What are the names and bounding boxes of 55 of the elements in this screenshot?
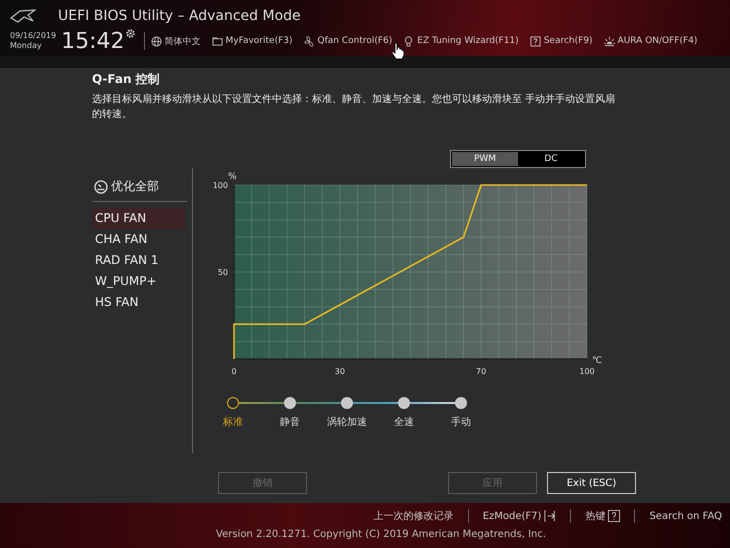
profile-knob[interactable] bbox=[455, 397, 467, 409]
profile-label[interactable]: 全速 bbox=[394, 415, 414, 429]
folder-icon bbox=[212, 36, 223, 46]
y-tick-label: 50 bbox=[218, 268, 228, 277]
profile-label[interactable]: 标准 bbox=[223, 415, 243, 429]
profile-knob[interactable] bbox=[341, 397, 353, 409]
x-tick-label: 0 bbox=[231, 367, 237, 376]
settings-icon[interactable] bbox=[124, 28, 136, 39]
toolbar-button[interactable]: EZ Tuning Wizard(F11) bbox=[403, 36, 519, 46]
x-axis-label: ℃ bbox=[592, 356, 602, 366]
weekday-text: Monday bbox=[10, 41, 43, 51]
toolbar-button[interactable]: AURA ON/OFF(F4) bbox=[604, 36, 698, 46]
window-title: UEFI BIOS Utility – Advanced Mode bbox=[58, 8, 301, 24]
aura-light-icon bbox=[604, 36, 615, 46]
help-icon bbox=[608, 510, 620, 522]
lightbulb-icon bbox=[403, 36, 414, 46]
y-tick-label: 100 bbox=[212, 181, 228, 190]
footer-link[interactable]: Search on FAQ bbox=[649, 510, 722, 522]
footer-link[interactable]: EzMode(F7) bbox=[482, 510, 542, 522]
globe-icon bbox=[150, 36, 162, 46]
footer-link[interactable]: 上一次的修改记录 bbox=[374, 509, 454, 523]
profile-label[interactable]: 手动 bbox=[451, 415, 471, 429]
dialog-title: Q-Fan 控制 bbox=[92, 71, 161, 88]
toolbar-button[interactable]: 简体中文 bbox=[150, 34, 201, 48]
x-tick-label: 30 bbox=[334, 367, 345, 376]
fan-icon bbox=[304, 36, 314, 46]
profile-knob[interactable] bbox=[284, 397, 296, 409]
toolbar-button[interactable]: MyFavorite(F3) bbox=[212, 36, 292, 46]
optimize-all-button[interactable]: 优化全部 bbox=[111, 178, 159, 195]
x-tick-label: 100 bbox=[579, 367, 595, 376]
clock-time: 15:42 bbox=[61, 28, 125, 54]
dialog-button[interactable]: Exit (ESC) bbox=[547, 472, 636, 494]
profile-knob[interactable] bbox=[398, 397, 410, 409]
hand-cursor-icon bbox=[391, 42, 405, 60]
x-tick-label: 70 bbox=[476, 367, 486, 376]
help-icon bbox=[530, 36, 541, 46]
fan-list-item[interactable]: HS FAN bbox=[92, 292, 185, 313]
exit-arrow-icon bbox=[544, 510, 556, 522]
profile-knob[interactable] bbox=[227, 397, 239, 409]
profile-label[interactable]: 静音 bbox=[280, 415, 300, 429]
fan-list-item[interactable]: RAD FAN 1 bbox=[92, 250, 185, 271]
footer-link[interactable]: 热键 bbox=[585, 509, 606, 523]
version-text: Version 2.20.1271. Copyright (C) 2019 American Megatrends, Inc. bbox=[216, 529, 548, 540]
description-text: 选择目标风扇并移动滑块从以下设置文件中选择：标准、静音、加速与全速。您也可以移动滑块至 手动并手动设置风扇的转速。 bbox=[92, 92, 616, 122]
mode-toggle[interactable]: PWM bbox=[452, 152, 518, 166]
toolbar-button[interactable]: Search(F9) bbox=[530, 36, 593, 46]
gauge-icon bbox=[94, 180, 108, 194]
fan-list-item[interactable]: W_PUMP+ bbox=[92, 271, 185, 292]
fan-list-item[interactable]: CPU FAN bbox=[92, 208, 185, 229]
date-text: 09/16/2019 bbox=[10, 31, 56, 41]
toolbar-button[interactable]: Qfan Control(F6) bbox=[304, 36, 392, 46]
logo-icon bbox=[10, 9, 36, 23]
y-axis-label: % bbox=[228, 172, 237, 182]
profile-label[interactable]: 涡轮加速 bbox=[327, 415, 367, 429]
fan-list-item[interactable]: CHA FAN bbox=[92, 229, 185, 250]
